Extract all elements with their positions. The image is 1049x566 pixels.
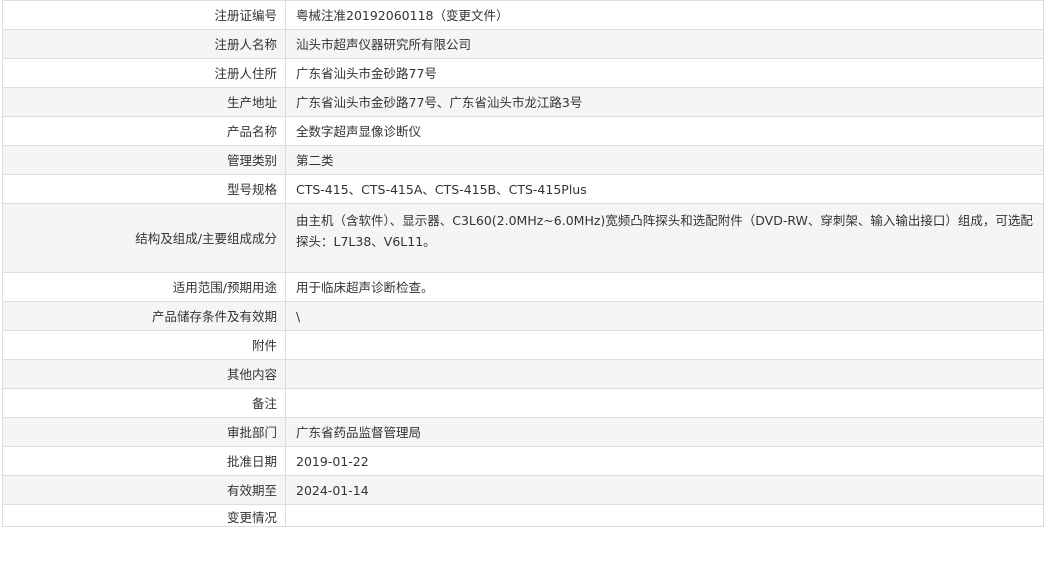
table-row: 有效期至 2024-01-14 — [2, 475, 1044, 505]
row-value-management-category: 第二类 — [285, 145, 1044, 175]
row-value-attachment — [285, 330, 1044, 360]
row-label-production-address: 生产地址 — [2, 87, 286, 117]
row-value-change-status — [285, 504, 1044, 527]
row-value-registrant-address: 广东省汕头市金砂路77号 — [285, 58, 1044, 88]
row-value-product-name: 全数字超声显像诊断仪 — [285, 116, 1044, 146]
row-label-other-content: 其他内容 — [2, 359, 286, 389]
table-row: 审批部门 广东省药品监督管理局 — [2, 417, 1044, 447]
row-label-approval-date: 批准日期 — [2, 446, 286, 476]
table-row: 其他内容 — [2, 359, 1044, 389]
row-value-approval-department: 广东省药品监督管理局 — [285, 417, 1044, 447]
table-row: 附件 — [2, 330, 1044, 360]
table-row: 注册人名称 汕头市超声仪器研究所有限公司 — [2, 29, 1044, 59]
row-label-model-spec: 型号规格 — [2, 174, 286, 204]
table-row: 适用范围/预期用途 用于临床超声诊断检查。 — [2, 272, 1044, 302]
table-row: 注册人住所 广东省汕头市金砂路77号 — [2, 58, 1044, 88]
row-value-other-content — [285, 359, 1044, 389]
row-label-structure-composition: 结构及组成/主要组成成分 — [2, 203, 286, 273]
table-row: 结构及组成/主要组成成分 由主机（含软件）、显示器、C3L60(2.0MHz~6… — [2, 203, 1044, 273]
row-value-structure-composition: 由主机（含软件）、显示器、C3L60(2.0MHz~6.0MHz)宽频凸阵探头和… — [285, 203, 1044, 273]
table-row: 备注 — [2, 388, 1044, 418]
row-label-intended-use: 适用范围/预期用途 — [2, 272, 286, 302]
table-row: 生产地址 广东省汕头市金砂路77号、广东省汕头市龙江路3号 — [2, 87, 1044, 117]
table-row: 型号规格 CTS-415、CTS-415A、CTS-415B、CTS-415Pl… — [2, 174, 1044, 204]
row-value-production-address: 广东省汕头市金砂路77号、广东省汕头市龙江路3号 — [285, 87, 1044, 117]
row-value-valid-until: 2024-01-14 — [285, 475, 1044, 505]
row-label-storage-validity: 产品储存条件及有效期 — [2, 301, 286, 331]
row-label-management-category: 管理类别 — [2, 145, 286, 175]
row-value-registration-number: 粤械注准20192060118（变更文件） — [285, 0, 1044, 30]
row-label-registration-number: 注册证编号 — [2, 0, 286, 30]
row-value-approval-date: 2019-01-22 — [285, 446, 1044, 476]
row-label-remarks: 备注 — [2, 388, 286, 418]
table-row: 批准日期 2019-01-22 — [2, 446, 1044, 476]
row-value-storage-validity: \ — [285, 301, 1044, 331]
row-label-product-name: 产品名称 — [2, 116, 286, 146]
row-label-registrant-name: 注册人名称 — [2, 29, 286, 59]
row-label-registrant-address: 注册人住所 — [2, 58, 286, 88]
table-row: 注册证编号 粤械注准20192060118（变更文件） — [2, 0, 1044, 30]
row-label-attachment: 附件 — [2, 330, 286, 360]
row-value-remarks — [285, 388, 1044, 418]
row-label-approval-department: 审批部门 — [2, 417, 286, 447]
registration-info-table: 注册证编号 粤械注准20192060118（变更文件） 注册人名称 汕头市超声仪… — [2, 0, 1044, 527]
row-value-registrant-name: 汕头市超声仪器研究所有限公司 — [285, 29, 1044, 59]
table-row: 管理类别 第二类 — [2, 145, 1044, 175]
row-value-intended-use: 用于临床超声诊断检查。 — [285, 272, 1044, 302]
table-row: 变更情况 — [2, 504, 1044, 527]
row-label-valid-until: 有效期至 — [2, 475, 286, 505]
table-row: 产品储存条件及有效期 \ — [2, 301, 1044, 331]
row-value-model-spec: CTS-415、CTS-415A、CTS-415B、CTS-415Plus — [285, 174, 1044, 204]
row-label-change-status: 变更情况 — [2, 504, 286, 527]
table-row: 产品名称 全数字超声显像诊断仪 — [2, 116, 1044, 146]
